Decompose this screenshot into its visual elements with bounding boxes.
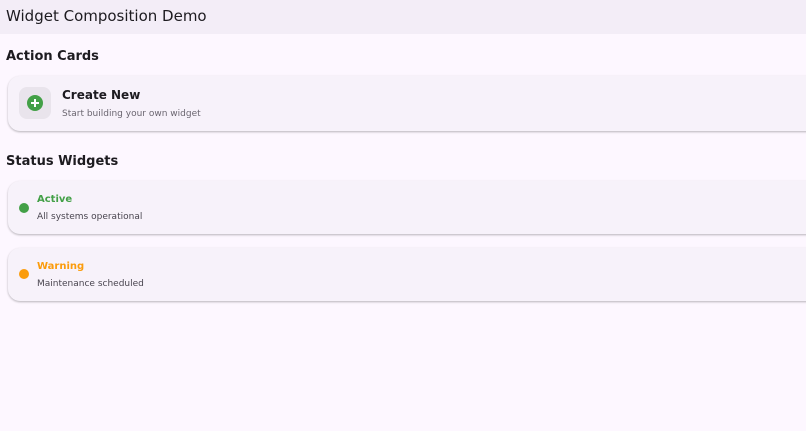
section-title-action-cards: Action Cards <box>6 49 99 64</box>
status-card-active: Active All systems operational <box>8 181 806 234</box>
create-new-card[interactable]: Create New Start building your own widge… <box>8 76 806 131</box>
status-card-warning: Warning Maintenance scheduled <box>8 248 806 301</box>
status-message: All systems operational <box>37 212 143 222</box>
status-dot-icon <box>19 203 29 213</box>
app-bar: Widget Composition Demo <box>0 0 806 34</box>
create-new-icon-container <box>19 87 51 119</box>
section-title-status-widgets: Status Widgets <box>6 154 119 169</box>
add-circle-icon <box>27 95 43 111</box>
status-dot-icon <box>19 269 29 279</box>
card-title: Create New <box>62 88 141 102</box>
card-subtitle: Start building your own widget <box>62 109 201 119</box>
app-title: Widget Composition Demo <box>6 7 207 25</box>
status-title: Warning <box>37 261 85 272</box>
status-title: Active <box>37 194 73 205</box>
status-message: Maintenance scheduled <box>37 279 144 289</box>
